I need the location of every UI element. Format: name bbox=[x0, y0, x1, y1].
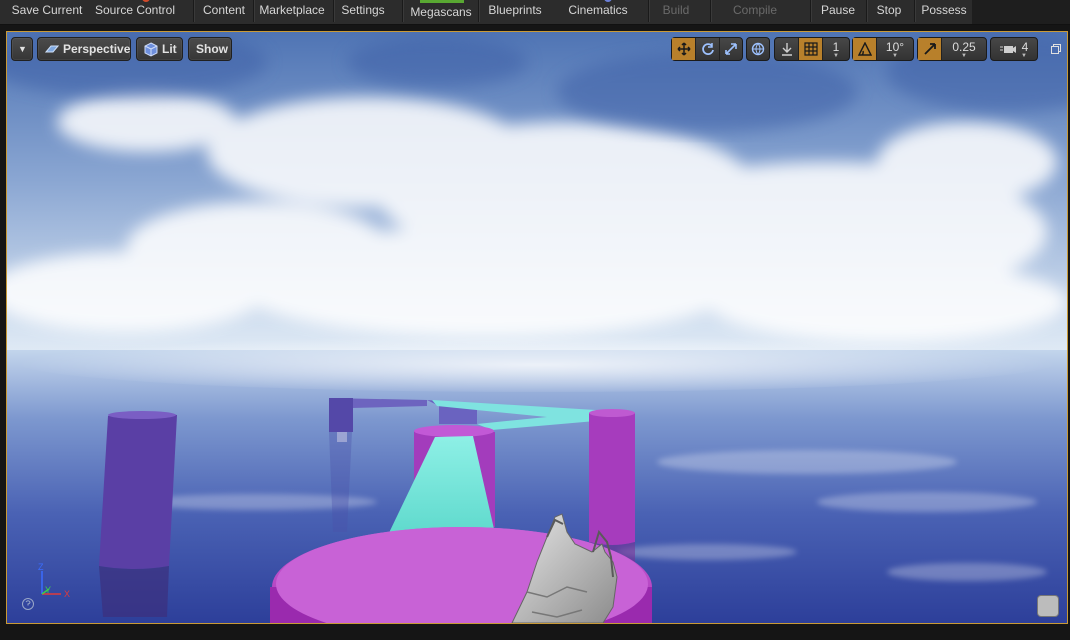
grid-snap-group: 1 ▼ bbox=[774, 37, 850, 61]
level-viewport[interactable]: ▼ Perspective Lit Show 1 ▼ 10° ▼ 0.25 ▼ … bbox=[6, 31, 1068, 624]
toolbar-divider bbox=[402, 0, 404, 22]
rotate-icon bbox=[701, 43, 714, 55]
toolbar-empty-area bbox=[972, 0, 1070, 24]
viewport-corner-button[interactable] bbox=[1037, 595, 1059, 617]
rotation-snap-dropdown[interactable]: 10° ▼ bbox=[877, 38, 913, 60]
chevron-down-icon: ▼ bbox=[833, 53, 839, 59]
toolbar-divider bbox=[710, 0, 712, 22]
view-mode-label: Perspective bbox=[63, 42, 131, 56]
translate-mode-button[interactable] bbox=[672, 38, 696, 60]
compile-button[interactable]: Compile bbox=[726, 0, 784, 22]
grid-snap-toggle[interactable] bbox=[799, 38, 823, 60]
axis-x-label: X bbox=[64, 589, 70, 599]
toolbar-divider bbox=[914, 0, 916, 22]
move-arrows-icon bbox=[676, 42, 691, 56]
source-control-button[interactable]: Source Control bbox=[92, 0, 178, 22]
grid-icon bbox=[803, 42, 818, 56]
camera-speed-icon bbox=[999, 46, 1016, 53]
chevron-down-icon: ▼ bbox=[892, 53, 898, 59]
rotate-mode-button[interactable] bbox=[696, 38, 720, 60]
toolbar-divider bbox=[810, 0, 812, 22]
show-label: Show bbox=[196, 42, 228, 56]
chevron-down-icon: ▼ bbox=[1021, 53, 1027, 59]
viewport-scene bbox=[7, 32, 1067, 623]
toolbar-divider bbox=[866, 0, 868, 22]
lighting-mode-label: Lit bbox=[162, 42, 177, 56]
scale-snap-group: 0.25 ▼ bbox=[917, 37, 987, 61]
toolbar-divider bbox=[478, 0, 480, 22]
world-local-toggle[interactable] bbox=[747, 38, 769, 60]
blueprints-button[interactable]: Blueprints bbox=[482, 0, 548, 22]
rotation-snap-toggle[interactable] bbox=[853, 38, 877, 60]
pause-button[interactable]: Pause bbox=[816, 0, 860, 22]
toolbar-divider bbox=[648, 0, 650, 22]
left-pillar bbox=[99, 411, 177, 617]
coordinate-system-group bbox=[746, 37, 770, 61]
surface-snap-button[interactable] bbox=[775, 38, 799, 60]
marketplace-button[interactable]: Marketplace bbox=[256, 0, 328, 22]
toolbar-divider bbox=[253, 0, 255, 22]
scale-snap-toggle[interactable] bbox=[918, 38, 942, 60]
chevron-down-icon: ▼ bbox=[18, 44, 27, 54]
axis-z-label: Z bbox=[38, 562, 44, 572]
megascans-button[interactable]: Megascans bbox=[406, 2, 476, 24]
maximize-viewport-icon[interactable] bbox=[1051, 44, 1061, 54]
scale-snap-icon bbox=[923, 43, 936, 55]
transform-mode-group bbox=[671, 37, 743, 61]
camera-view-icon bbox=[45, 45, 59, 53]
grid-snap-value: 1 bbox=[832, 39, 840, 54]
scale-mode-button[interactable] bbox=[720, 38, 742, 60]
rotation-snap-value: 10° bbox=[885, 39, 905, 54]
toolbar-divider bbox=[333, 0, 335, 22]
lighting-mode-button[interactable]: Lit bbox=[136, 37, 183, 61]
surface-snap-icon bbox=[781, 43, 792, 56]
perspective-view-button[interactable]: Perspective bbox=[37, 37, 131, 61]
help-icon[interactable] bbox=[21, 597, 35, 611]
main-toolbar: Save Current Source Control Content Mark… bbox=[0, 0, 1070, 25]
viewport-options-dropdown[interactable]: ▼ bbox=[11, 37, 33, 61]
camera-speed-dropdown[interactable]: 4 ▼ bbox=[991, 38, 1037, 60]
show-flags-button[interactable]: Show bbox=[188, 37, 232, 61]
save-current-button[interactable]: Save Current bbox=[6, 0, 88, 22]
scale-snap-value: 0.25 bbox=[952, 39, 976, 54]
rotation-snap-group: 10° ▼ bbox=[852, 37, 914, 61]
angle-icon bbox=[857, 42, 872, 56]
scale-snap-dropdown[interactable]: 0.25 ▼ bbox=[942, 38, 986, 60]
settings-button[interactable]: Settings bbox=[338, 0, 388, 22]
camera-speed-group: 4 ▼ bbox=[990, 37, 1038, 61]
stop-button[interactable]: Stop bbox=[872, 0, 906, 22]
camera-speed-value: 4 bbox=[1021, 39, 1029, 54]
cinematics-button[interactable]: Cinematics bbox=[562, 0, 634, 22]
scale-icon bbox=[725, 43, 737, 55]
build-button[interactable]: Build bbox=[654, 0, 698, 22]
chevron-down-icon: ▼ bbox=[961, 53, 967, 59]
toolbar-divider bbox=[193, 0, 195, 22]
lit-cube-icon bbox=[144, 42, 158, 57]
grid-snap-size-dropdown[interactable]: 1 ▼ bbox=[823, 38, 849, 60]
globe-icon bbox=[751, 42, 765, 56]
content-button[interactable]: Content bbox=[198, 0, 250, 22]
possess-button[interactable]: Possess bbox=[918, 0, 970, 22]
axis-y-label: Y bbox=[45, 585, 51, 595]
